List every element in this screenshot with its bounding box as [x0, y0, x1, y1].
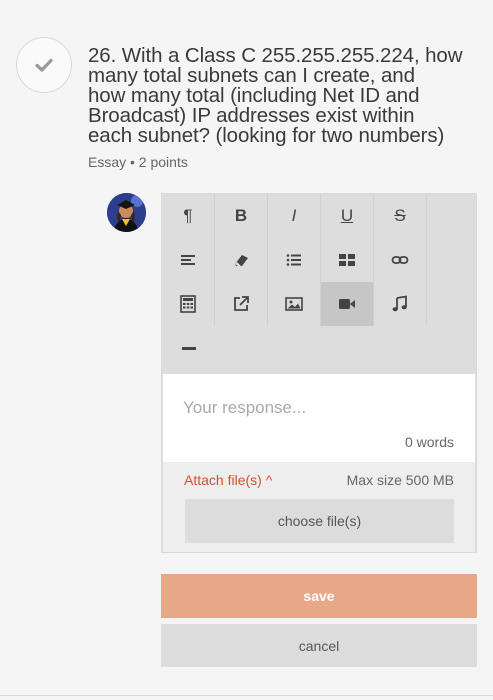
attach-files-toggle[interactable]: Attach file(s) ^ — [184, 472, 272, 488]
table-button[interactable] — [321, 238, 374, 282]
calculator-button[interactable] — [162, 282, 215, 326]
bullet-list-button[interactable] — [268, 238, 321, 282]
external-link-icon — [234, 296, 249, 311]
clear-format-button[interactable] — [215, 238, 268, 282]
external-link-button[interactable] — [215, 282, 268, 326]
question-line: Broadcast) IP addresses exist within — [88, 104, 415, 127]
video-icon — [339, 299, 355, 309]
save-button[interactable]: save — [161, 574, 477, 618]
eraser-icon — [235, 255, 248, 266]
video-button[interactable] — [321, 282, 374, 326]
link-button[interactable] — [374, 238, 427, 282]
align-left-button[interactable] — [162, 238, 215, 282]
response-area: 0 words — [163, 374, 475, 462]
italic-icon: I — [291, 206, 297, 225]
align-left-icon — [181, 255, 195, 265]
music-icon — [392, 295, 407, 312]
max-size-label: Max size 500 MB — [346, 472, 454, 488]
response-input[interactable] — [183, 398, 463, 418]
calculator-icon — [180, 295, 196, 313]
question-line: how many total (including Net ID and — [88, 84, 420, 107]
word-count: 0 words — [404, 434, 454, 450]
underline-icon: U — [340, 206, 354, 225]
italic-button[interactable]: I — [268, 194, 321, 238]
strikethrough-button[interactable]: S — [374, 194, 427, 238]
question-line: many total subnets can I create, and — [88, 64, 415, 87]
table-icon — [339, 254, 355, 266]
paragraph-icon: ¶ — [183, 206, 193, 225]
avatar — [107, 193, 146, 232]
cancel-button[interactable]: cancel — [161, 624, 477, 667]
underline-button[interactable]: U — [321, 194, 374, 238]
bold-icon: B — [234, 206, 248, 225]
response-editor: ¶ B I U S Your response... 0 words Attac… — [161, 193, 477, 553]
divider — [0, 695, 493, 696]
strikethrough-icon: S — [394, 206, 406, 225]
question-meta: Essay • 2 points — [88, 154, 188, 170]
horizontal-rule-icon — [181, 347, 196, 350]
formatting-toolbar: ¶ B I U S — [162, 194, 476, 374]
horizontal-rule-button[interactable] — [162, 326, 215, 370]
bullet-list-icon — [286, 254, 301, 266]
attachment-area: Attach file(s) ^ Max size 500 MB choose … — [163, 462, 475, 552]
question-line: each subnet? (looking for two numbers) — [88, 124, 445, 147]
bold-button[interactable]: B — [215, 194, 268, 238]
paragraph-button[interactable]: ¶ — [162, 194, 215, 238]
link-icon — [391, 256, 409, 264]
answered-status — [16, 37, 72, 93]
choose-files-button[interactable]: choose file(s) — [185, 499, 454, 543]
question-text: 26. With a Class C 255.255.255.224, how … — [88, 44, 486, 147]
image-button[interactable] — [268, 282, 321, 326]
image-icon — [285, 297, 303, 311]
checkmark-icon — [35, 58, 53, 72]
question-line: 26. With a Class C 255.255.255.224, how — [88, 44, 463, 67]
audio-button[interactable] — [374, 282, 427, 326]
